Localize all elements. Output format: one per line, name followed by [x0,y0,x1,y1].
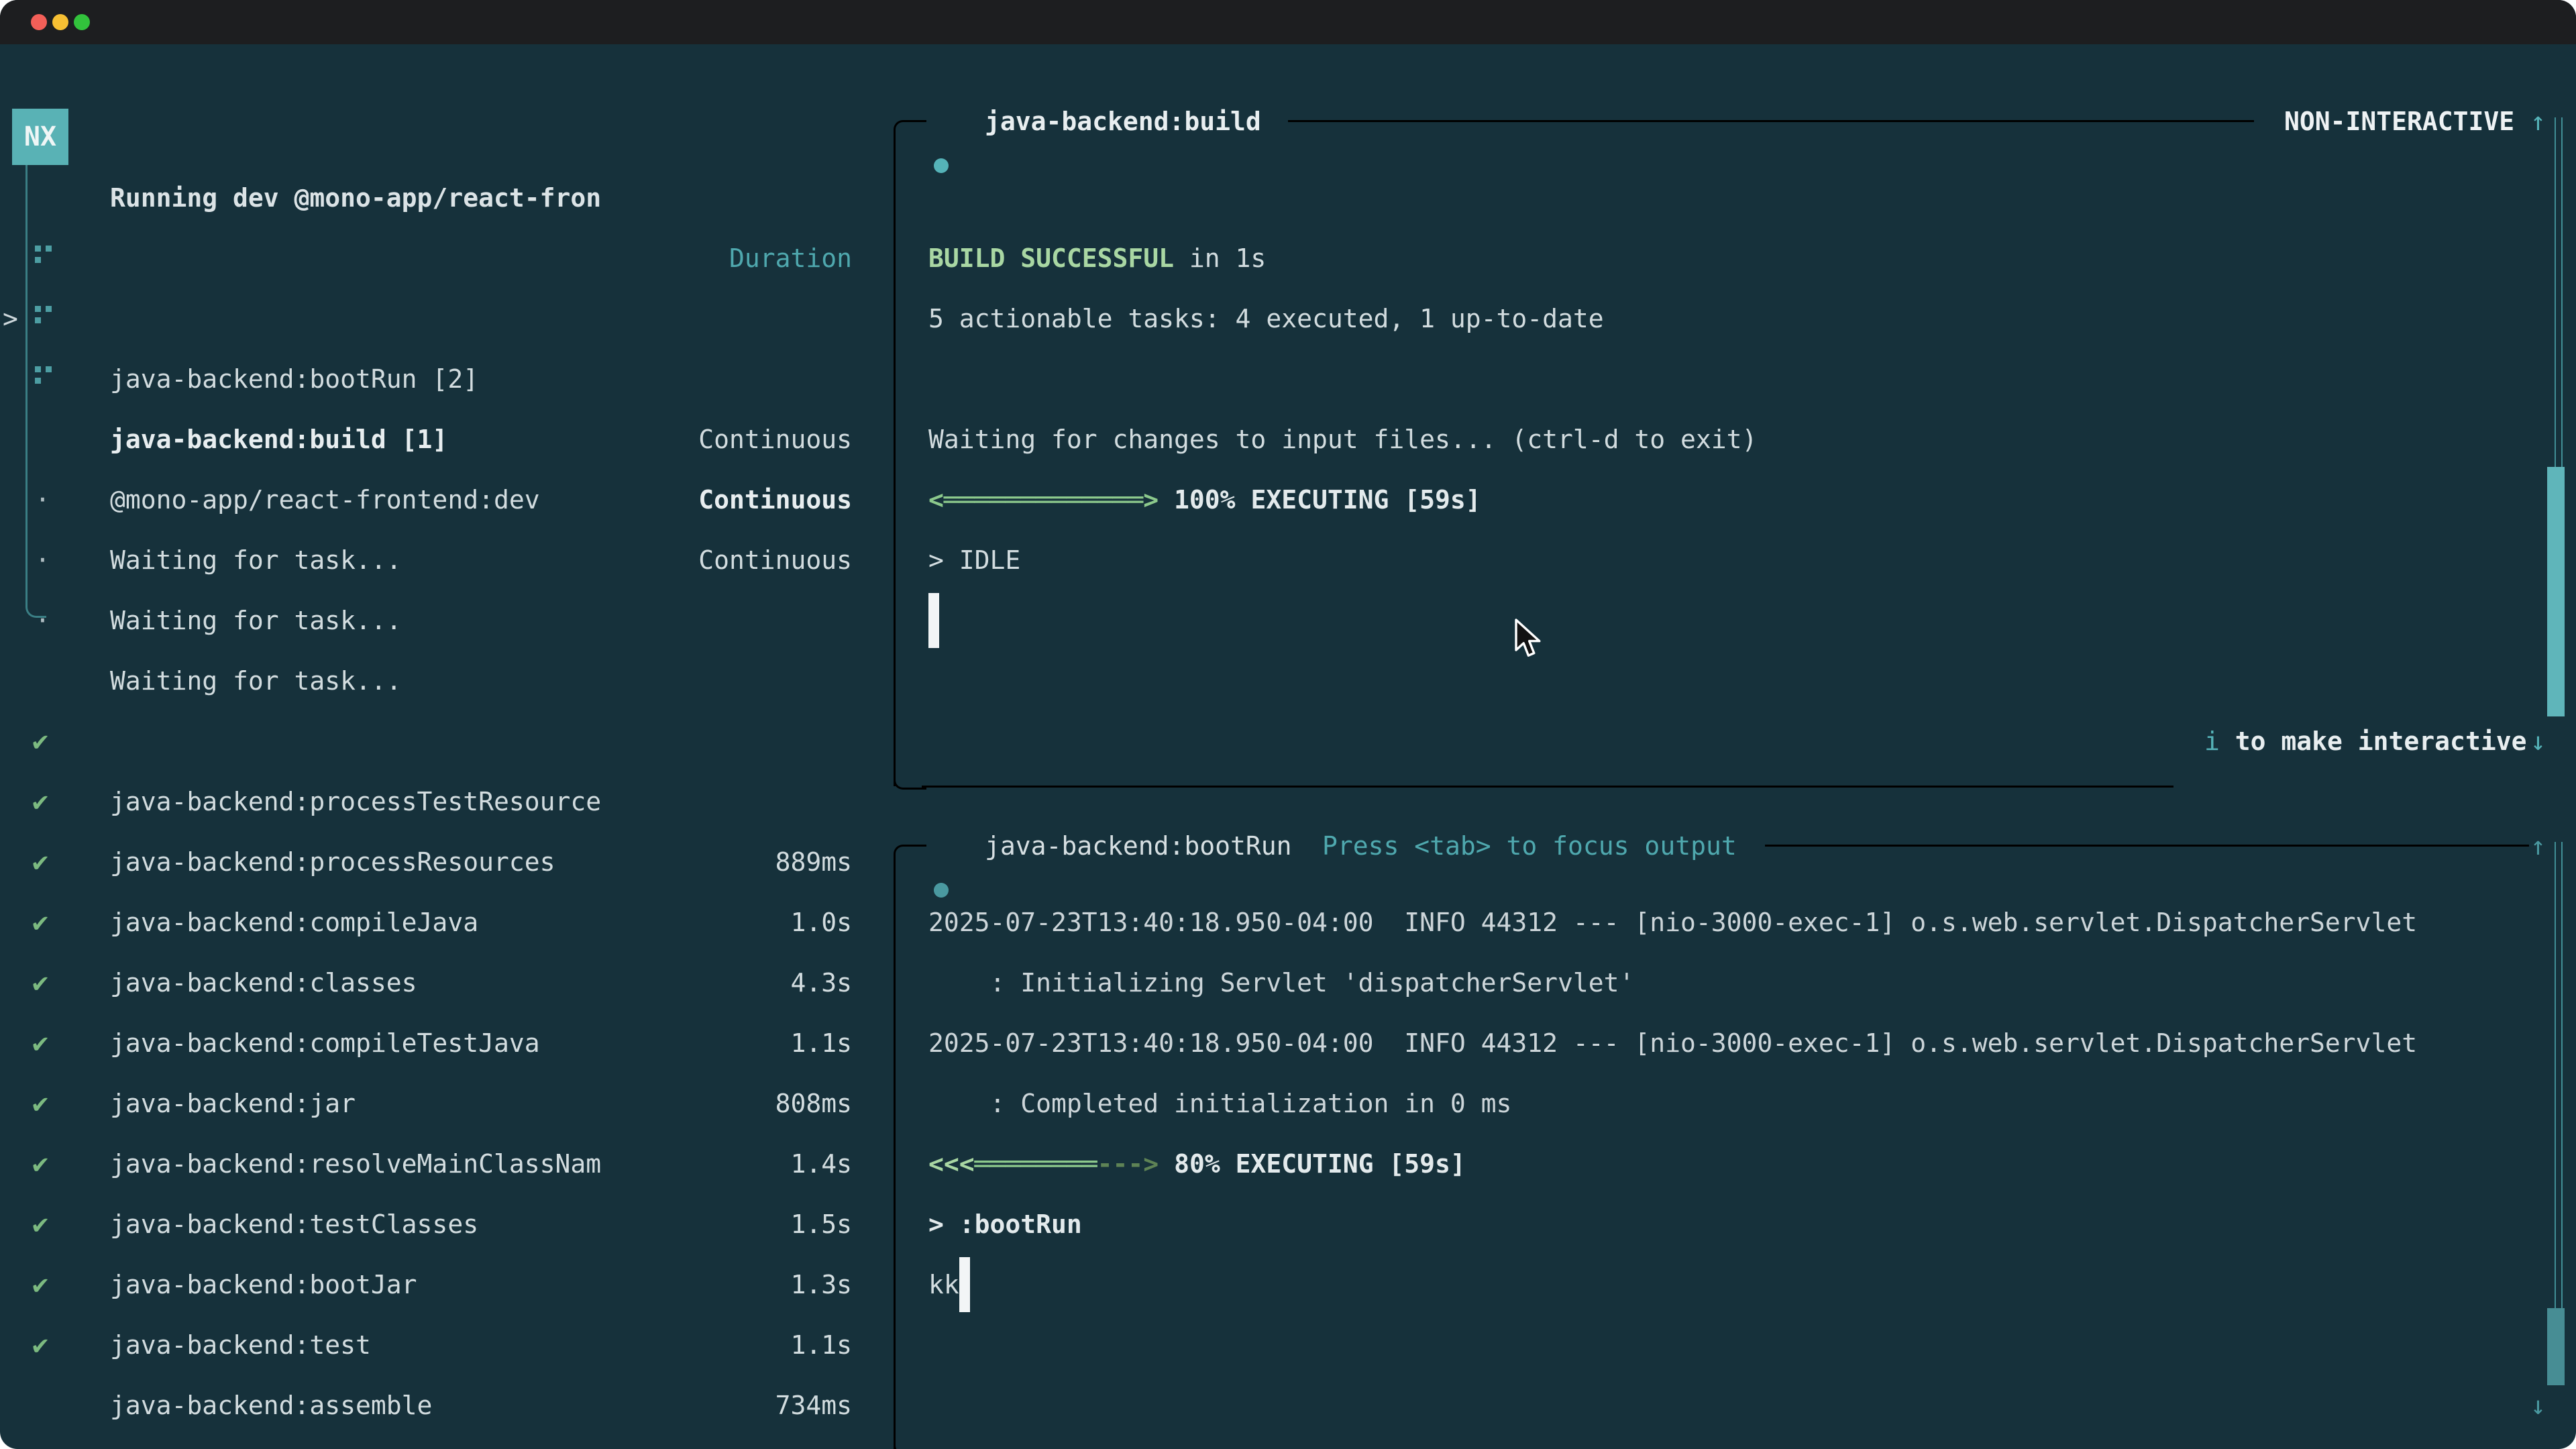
task-row[interactable]: ✔ java-backend:compileTestJava 808ms [0,892,894,953]
log-line: : Completed initialization in 0 ms [928,1073,1511,1134]
task-row[interactable]: ✔ java-backend:compileJava 4.3s [0,771,894,832]
cursor-block [959,1257,970,1312]
build-pane-border [894,148,896,786]
task-row-waiting: · Waiting for task... [0,409,894,470]
spinner-icon [35,366,41,372]
build-pane-title: java-backend:build [985,91,1261,152]
window-titlebar [0,0,2576,44]
bootrun-pane-scrollbar-thumb[interactable] [2547,1308,2565,1385]
task-row-waiting: · Waiting for task... [0,470,894,530]
build-successful-text: BUILD SUCCESSFUL [928,244,1174,273]
hint-text: to make interactive [2220,727,2527,756]
focus-output-hint: Press <tab> to focus output [1322,816,1737,876]
terminal-window: NX Running dev @mono-app/react-fron Dura… [0,0,2576,1449]
cursor-block [928,593,939,648]
scroll-down-icon[interactable]: ↓ [2530,711,2546,771]
bootrun-pane-border [894,873,896,1449]
scroll-up-icon[interactable]: ↑ [2530,816,2546,876]
bootrun-pane-scrollbar-track[interactable] [2555,842,2563,1379]
mouse-cursor [1513,619,1544,659]
log-line: : Initializing Servlet 'dispatcherServle… [928,953,1634,1013]
bootrun-pane-border [894,1422,926,1449]
spinner-icon [35,306,41,312]
sidebar-header: Running dev @mono-app/react-fron Duratio… [0,107,894,168]
build-pane-border [894,757,926,790]
bootrun-progress-line: <<<════════---> 80% EXECUTING [59s] [928,1134,1466,1194]
check-icon: ✔ [32,1315,48,1375]
bootrun-prompt-line: > :bootRun [928,1194,1082,1254]
task-row[interactable]: ✔ java-backend:bootJar 1.1s [0,1134,894,1194]
sidebar-footer: ← 1/2 → quit: q help: ? [0,1375,894,1436]
bootrun-input-text[interactable]: kk [928,1254,959,1315]
scroll-down-icon[interactable]: ↓ [2530,1375,2546,1436]
log-line: 2025-07-23T13:40:18.950-04:00 INFO 44312… [928,892,2417,953]
task-row-frontend-dev[interactable]: @mono-app/react-frontend:dev Continuous [0,349,894,409]
zoom-button[interactable] [74,14,90,30]
build-time-text: in 1s [1174,244,1266,273]
scroll-up-icon[interactable]: ↑ [2530,91,2546,152]
page-prev-icon[interactable]: ← [20,1436,36,1449]
bootrun-pane-border [894,845,926,877]
tasks-summary-line: 5 actionable tasks: 4 executed, 1 up-to-… [928,288,1604,349]
task-row[interactable]: ✔ java-backend:testClasses 1.3s [0,1073,894,1134]
close-button[interactable] [31,14,47,30]
spinner-icon [35,246,41,252]
task-row-waiting: · Waiting for task... [0,530,894,590]
task-row[interactable]: ✔ java-backend:assemble 774ms [0,1254,894,1315]
build-pane-border [922,786,2174,788]
progress-bar: <═════════════> [928,485,1159,515]
progress-tail: ---> [1097,1149,1159,1179]
task-row[interactable]: ✔ java-backend:resolveMainClassNam 1.5s [0,1013,894,1073]
non-interactive-badge: NON-INTERACTIVE [2284,91,2514,152]
bootrun-pane-border [1765,845,2529,847]
build-pane-border [894,120,926,153]
minimize-button[interactable] [52,14,68,30]
task-row[interactable]: ✔ java-backend:processTestResource 889ms [0,651,894,711]
build-success-line: BUILD SUCCESSFUL in 1s [928,228,1266,288]
build-pane-status-dot [934,158,949,173]
build-progress-line: <═════════════> 100% EXECUTING [59s] [928,470,1481,530]
bootrun-pane-title: java-backend:bootRun [985,816,1292,876]
hint-key: i [2204,727,2220,756]
task-row[interactable]: ✔ java-backend:test 734ms [0,1194,894,1254]
waiting-dot-icon: · [35,590,50,651]
sidebar-title: Running dev @mono-app/react-fron [110,168,601,228]
task-row[interactable]: ✔ java-backend:classes 1.1s [0,832,894,892]
task-row-build-selected[interactable]: java-backend:build [1] Continuous [0,288,894,349]
waiting-changes-line: Waiting for changes to input files... (c… [928,409,1757,470]
task-row[interactable]: ✔ java-backend:processResources 1.0s [0,711,894,771]
progress-fill: ════════ [975,1149,1097,1179]
log-line: 2025-07-23T13:40:18.950-04:00 INFO 44312… [928,1013,2417,1073]
build-pane-border [1288,120,2254,122]
build-pane-scrollbar-thumb[interactable] [2547,467,2565,716]
progress-head: <<< [928,1149,975,1179]
task-row[interactable]: ✔ java-backend:jar 1.4s [0,953,894,1013]
interactive-hint: i to make interactive [2204,711,2526,771]
idle-line: > IDLE [928,530,1020,590]
progress-status: 80% EXECUTING [59s] [1159,1149,1466,1179]
progress-status: 100% EXECUTING [59s] [1159,485,1481,515]
terminal-content: NX Running dev @mono-app/react-fron Dura… [0,44,2576,1449]
screenshot: NX Running dev @mono-app/react-fron Dura… [0,0,2576,1449]
task-row-bootrun[interactable]: java-backend:bootRun [2] Continuous [0,228,894,288]
